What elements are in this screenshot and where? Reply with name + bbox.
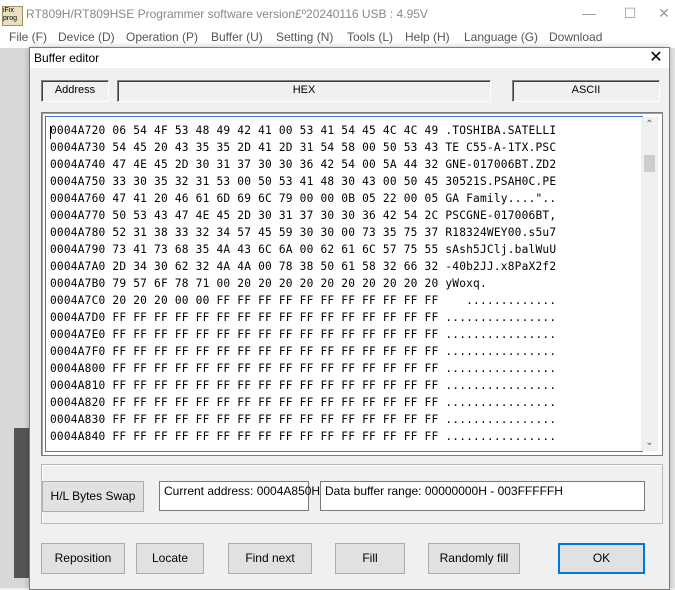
menu-device[interactable]: Device (D) bbox=[58, 30, 115, 44]
menu-help[interactable]: Help (H) bbox=[405, 30, 450, 44]
app-logo: iFix prog bbox=[2, 6, 23, 26]
menu-download[interactable]: Download bbox=[549, 30, 602, 44]
hex-editor-area[interactable]: 0004A720 06 54 4F 53 48 49 42 41 00 53 4… bbox=[45, 116, 643, 452]
hex-row[interactable]: 0004A7D0 FF FF FF FF FF FF FF FF FF FF F… bbox=[50, 311, 556, 324]
reposition-button[interactable]: Reposition bbox=[41, 543, 125, 574]
fill-button[interactable]: Fill bbox=[335, 543, 405, 574]
app-left-panel bbox=[0, 48, 29, 588]
app-menubar: File (F) Device (D) Operation (P) Buffer… bbox=[0, 28, 675, 48]
hex-editor[interactable]: 0004A720 06 54 4F 53 48 49 42 41 00 53 4… bbox=[41, 112, 663, 456]
ok-button[interactable]: OK bbox=[558, 543, 645, 574]
hex-row[interactable]: 0004A830 FF FF FF FF FF FF FF FF FF FF F… bbox=[50, 413, 556, 426]
hex-row[interactable]: 0004A750 33 30 35 32 31 53 00 50 53 41 4… bbox=[50, 175, 556, 188]
app-close-button[interactable]: ✕ bbox=[650, 4, 675, 22]
current-address-field: Current address: 0004A850H bbox=[159, 481, 320, 511]
menu-operation[interactable]: Operation (P) bbox=[126, 30, 198, 44]
menu-tools[interactable]: Tools (L) bbox=[347, 30, 393, 44]
hex-row[interactable]: 0004A760 47 41 20 46 61 6D 69 6C 79 00 0… bbox=[50, 192, 556, 205]
find-next-button[interactable]: Find next bbox=[228, 543, 312, 574]
menu-file[interactable]: File (F) bbox=[9, 30, 47, 44]
hl-bytes-swap-button[interactable]: H/L Bytes Swap bbox=[42, 481, 144, 512]
scroll-up-icon[interactable]: ⌃ bbox=[641, 117, 658, 133]
locate-button[interactable]: Locate bbox=[136, 543, 204, 574]
app-logo-text: iFix prog bbox=[3, 7, 18, 22]
hex-row[interactable]: 0004A790 73 41 73 68 35 4A 43 6C 6A 00 6… bbox=[50, 243, 556, 256]
hex-row[interactable]: 0004A740 47 4E 45 2D 30 31 37 30 30 36 4… bbox=[50, 158, 556, 171]
menu-buffer[interactable]: Buffer (U) bbox=[211, 30, 263, 44]
hex-row[interactable]: 0004A7C0 20 20 20 00 00 FF FF FF FF FF F… bbox=[50, 294, 556, 307]
buffer-editor-dialog: Buffer editor ✕ Address HEX ASCII 0004A7… bbox=[29, 47, 670, 590]
menu-language[interactable]: Language (G) bbox=[464, 30, 538, 44]
hex-row[interactable]: 0004A770 50 53 43 47 4E 45 2D 30 31 37 3… bbox=[50, 209, 556, 222]
minimize-button[interactable]: — bbox=[575, 4, 603, 22]
hex-row[interactable]: 0004A800 FF FF FF FF FF FF FF FF FF FF F… bbox=[50, 362, 556, 375]
hex-row[interactable]: 0004A720 06 54 4F 53 48 49 42 41 00 53 4… bbox=[50, 124, 556, 137]
scrollbar-thumb[interactable] bbox=[644, 155, 655, 172]
data-buffer-range-field: Data buffer range: 00000000H - 003FFFFFH bbox=[320, 481, 645, 511]
vertical-scrollbar[interactable]: ⌃ ⌄ bbox=[641, 117, 658, 451]
hex-column-header: HEX bbox=[117, 80, 491, 102]
app-title: RT809H/RT809HSE Programmer software vers… bbox=[26, 7, 428, 21]
hex-row[interactable]: 0004A7F0 FF FF FF FF FF FF FF FF FF FF F… bbox=[50, 345, 556, 358]
hex-row[interactable]: 0004A820 FF FF FF FF FF FF FF FF FF FF F… bbox=[50, 396, 556, 409]
close-icon[interactable]: ✕ bbox=[644, 48, 668, 68]
app-titlebar: iFix prog RT809H/RT809HSE Programmer sof… bbox=[0, 0, 675, 28]
dialog-title: Buffer editor bbox=[34, 51, 100, 65]
hex-row[interactable]: 0004A810 FF FF FF FF FF FF FF FF FF FF F… bbox=[50, 379, 556, 392]
hex-row[interactable]: 0004A840 FF FF FF FF FF FF FF FF FF FF F… bbox=[50, 430, 556, 443]
ascii-column-header: ASCII bbox=[512, 80, 660, 102]
maximize-button[interactable]: ☐ bbox=[616, 4, 644, 22]
hex-row[interactable]: 0004A7E0 FF FF FF FF FF FF FF FF FF FF F… bbox=[50, 328, 556, 341]
dialog-titlebar: Buffer editor ✕ bbox=[30, 48, 669, 68]
hex-row[interactable]: 0004A7B0 79 57 6F 78 71 00 20 20 20 20 2… bbox=[50, 277, 487, 290]
hex-row[interactable]: 0004A780 52 31 38 33 32 34 57 45 59 30 3… bbox=[50, 226, 556, 239]
hex-row[interactable]: 0004A7A0 2D 34 30 62 32 4A 4A 00 78 38 5… bbox=[50, 260, 556, 273]
hex-row[interactable]: 0004A730 54 45 20 43 35 35 2D 41 2D 31 5… bbox=[50, 141, 556, 154]
app-left-panel-block bbox=[14, 428, 29, 578]
address-column-header: Address bbox=[41, 80, 109, 102]
scroll-down-icon[interactable]: ⌄ bbox=[641, 435, 658, 451]
menu-setting[interactable]: Setting (N) bbox=[276, 30, 333, 44]
randomly-fill-button[interactable]: Randomly fill bbox=[428, 543, 520, 574]
